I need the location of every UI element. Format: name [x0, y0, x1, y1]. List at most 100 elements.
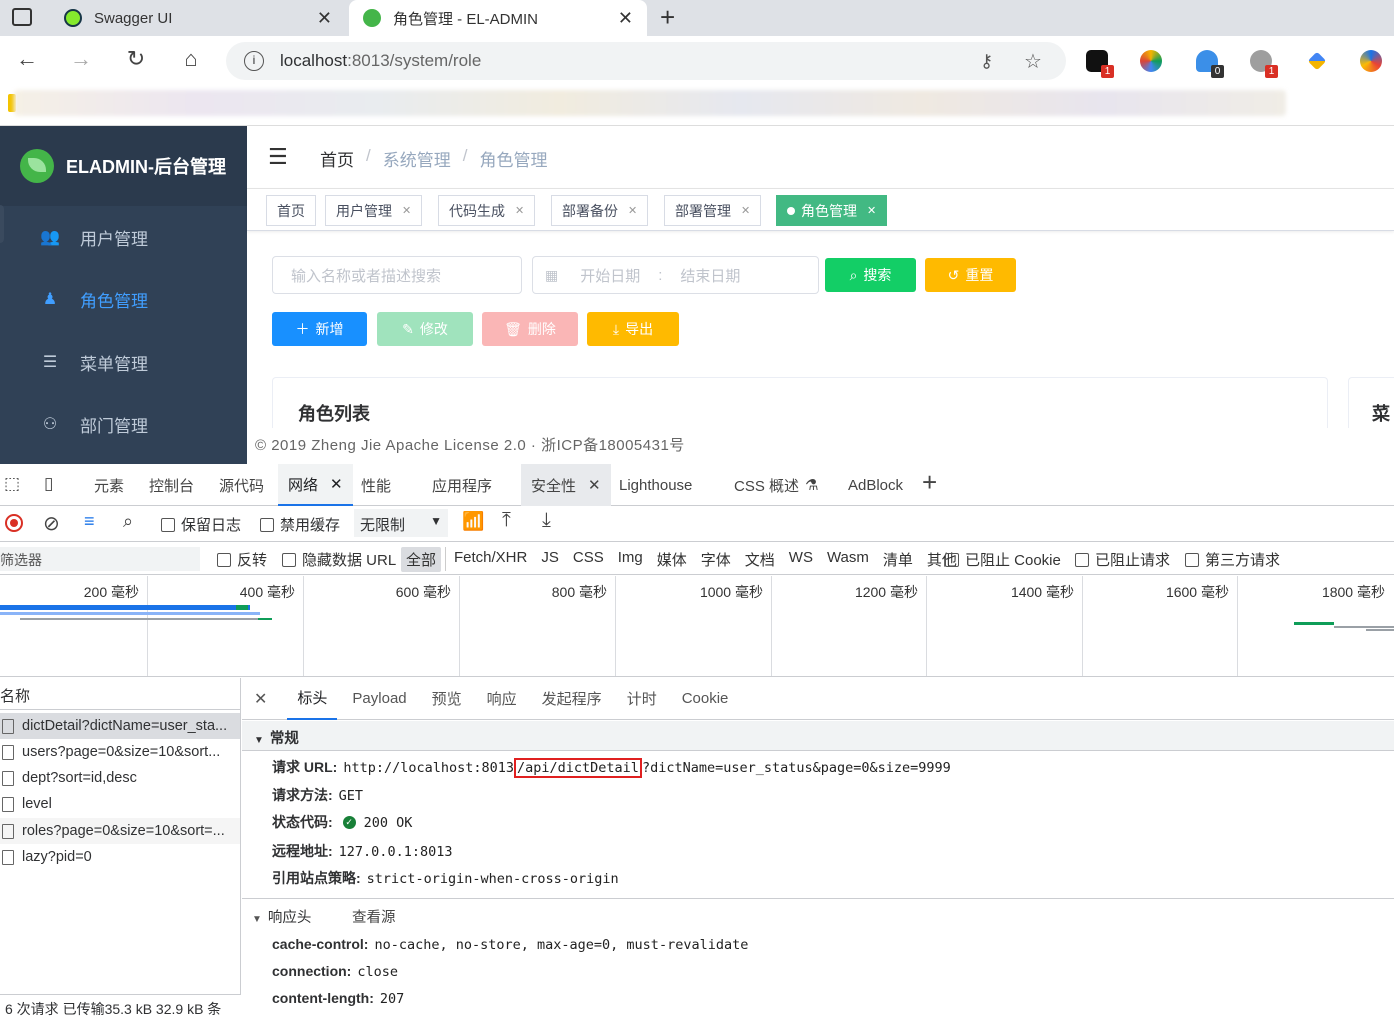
tab-payload[interactable]: Payload — [352, 690, 406, 707]
tab-timing[interactable]: 计时 — [627, 688, 657, 709]
edit-button[interactable]: ✎ 修改 — [377, 312, 473, 346]
close-icon[interactable]: ✕ — [402, 204, 411, 217]
tab-performance[interactable]: 性能 — [361, 464, 391, 506]
tab-headers[interactable]: 标头 — [287, 677, 338, 720]
search-input[interactable]: 输入名称或者描述搜索 — [272, 256, 522, 294]
refresh-icon: ↺ — [947, 266, 960, 283]
response-header-row: content-length: 207 — [272, 990, 405, 1007]
response-header-row: connection: close — [272, 963, 398, 980]
inspect-element-icon[interactable]: ⬚ — [4, 474, 20, 494]
tab-initiator[interactable]: 发起程序 — [542, 688, 602, 709]
view-source-link[interactable]: 查看源 — [352, 906, 396, 927]
device-toolbar-icon[interactable]: ▯ — [44, 474, 53, 494]
devtools-tabbar — [0, 464, 1394, 506]
record-icon[interactable] — [5, 514, 23, 532]
request-row[interactable]: roles?page=0&size=10&sort=... — [0, 818, 240, 844]
export-har-icon[interactable]: ⤓ — [542, 509, 551, 532]
tab-css-overview[interactable]: CSS 概述 ⚗ — [734, 464, 818, 506]
close-icon[interactable]: ✕ — [330, 475, 343, 493]
tab-adblock[interactable]: AdBlock — [848, 464, 903, 506]
delete-button[interactable]: 🗑 删除 — [482, 312, 578, 346]
new-tab-icon[interactable]: + — [660, 2, 675, 33]
favorite-star-icon[interactable]: ☆ — [1024, 49, 1042, 74]
close-icon[interactable]: ✕ — [628, 204, 637, 217]
url-input[interactable]: i localhost:8013/system/role — [226, 42, 1066, 80]
tab-security[interactable]: 安全性 ✕ — [521, 464, 611, 506]
sidebar-item-roles[interactable]: ♟ 角色管理 — [0, 268, 247, 330]
network-conditions-icon[interactable]: 📶 — [462, 511, 484, 532]
timeline-tick: 400 毫秒 — [147, 576, 303, 676]
close-panel-icon[interactable]: ✕ — [254, 689, 267, 709]
extension-icon[interactable] — [1140, 50, 1162, 72]
extension-icon[interactable] — [1360, 50, 1382, 72]
extension-icon[interactable]: 1 — [1250, 50, 1278, 78]
extension-icon[interactable]: 0 — [1196, 50, 1224, 78]
close-icon[interactable]: ✕ — [867, 204, 876, 217]
tag-deploy-backup[interactable]: 部署备份 ✕ — [551, 195, 649, 226]
reload-icon[interactable]: ↻ — [121, 46, 151, 72]
clear-icon[interactable]: ⊘ — [43, 511, 60, 536]
tag-deploy-manage[interactable]: 部署管理 ✕ — [664, 195, 762, 226]
tab-lighthouse[interactable]: Lighthouse — [619, 464, 692, 506]
extension-icon[interactable]: 1 — [1086, 50, 1114, 78]
blocked-cookie-checkbox[interactable]: 已阻止 Cookie — [945, 549, 1061, 570]
hamburger-icon[interactable]: ☰ — [268, 144, 288, 170]
throttle-select[interactable]: 无限制 ▼ — [354, 509, 448, 537]
key-icon[interactable]: ⚷ — [980, 51, 993, 72]
blocked-request-checkbox[interactable]: 已阻止请求 — [1075, 549, 1170, 570]
close-icon[interactable]: ✕ — [588, 476, 601, 494]
tab-response[interactable]: 响应 — [487, 688, 517, 709]
tab-sources[interactable]: 源代码 — [219, 464, 264, 506]
sidebar-item-menus[interactable]: ☰ 菜单管理 — [0, 331, 247, 393]
request-row[interactable]: level — [0, 791, 240, 817]
browser-tab-eladmin[interactable]: 角色管理 - EL-ADMIN ✕ — [349, 0, 647, 36]
close-tab-icon[interactable]: ✕ — [317, 8, 332, 29]
tab-actions-icon[interactable] — [12, 8, 32, 26]
tab-network[interactable]: 网络 ✕ — [278, 464, 353, 506]
response-headers-section[interactable]: ▼ 响应头 — [252, 906, 311, 927]
general-section-header[interactable]: ▼ 常规 — [242, 721, 1394, 751]
disable-cache-checkbox[interactable]: 禁用缓存 — [260, 514, 340, 535]
export-button[interactable]: ⤓ 导出 — [587, 312, 679, 346]
close-icon[interactable]: ✕ — [515, 204, 524, 217]
tab-cookies[interactable]: Cookie — [682, 690, 729, 707]
name-column-header[interactable]: 名称 — [0, 678, 241, 710]
close-tab-icon[interactable]: ✕ — [618, 8, 633, 29]
request-row[interactable]: users?page=0&size=10&sort... — [0, 739, 240, 765]
timeline-bar — [0, 605, 250, 610]
site-info-icon[interactable]: i — [244, 51, 264, 71]
date-range-picker[interactable]: ▦ 开始日期 : 结束日期 — [532, 256, 819, 294]
request-row[interactable]: dept?sort=id,desc — [0, 765, 240, 791]
search-icon[interactable]: ⌕ — [123, 511, 133, 532]
app-logo[interactable]: ELADMIN-后台管理 — [0, 126, 247, 206]
browser-tab-swagger[interactable]: Swagger UI ✕ — [50, 0, 346, 36]
home-icon[interactable]: ⌂ — [176, 46, 206, 72]
filter-input[interactable]: 筛选器 — [0, 547, 200, 571]
tab-elements[interactable]: 元素 — [94, 464, 124, 506]
more-tabs-icon[interactable]: + — [922, 467, 937, 498]
filter-all[interactable]: 全部 — [401, 547, 442, 572]
tag-home[interactable]: 首页 — [266, 195, 316, 226]
tab-application[interactable]: 应用程序 — [432, 464, 492, 506]
tab-preview[interactable]: 预览 — [432, 688, 462, 709]
forward-icon[interactable]: → — [66, 46, 96, 72]
third-party-checkbox[interactable]: 第三方请求 — [1185, 549, 1280, 570]
tag-roles[interactable]: 角色管理 ✕ — [776, 195, 888, 226]
filter-icon[interactable]: ≡ — [84, 511, 95, 532]
tab-console[interactable]: 控制台 — [149, 464, 194, 506]
invert-checkbox[interactable]: 反转 — [217, 549, 267, 570]
request-row[interactable]: lazy?pid=0 — [0, 844, 240, 870]
reset-button[interactable]: ↺ 重置 — [925, 258, 1016, 292]
preserve-log-checkbox[interactable]: 保留日志 — [161, 514, 241, 535]
search-button[interactable]: ⌕ 搜索 — [825, 258, 916, 292]
back-icon[interactable]: ← — [12, 46, 42, 72]
tag-users[interactable]: 用户管理 ✕ — [325, 195, 423, 226]
sidebar-item-dept[interactable]: ⚇ 部门管理 — [0, 393, 247, 455]
request-row[interactable]: dictDetail?dictName=user_sta... — [0, 713, 240, 739]
import-har-icon[interactable]: ⤒ — [502, 509, 511, 532]
tag-codegen[interactable]: 代码生成 ✕ — [438, 195, 536, 226]
sidebar-item-users[interactable]: 👥 用户管理 — [0, 206, 247, 268]
add-button[interactable]: ＋新增 — [272, 312, 367, 346]
hide-data-url-checkbox[interactable]: 隐藏数据 URL — [282, 549, 396, 570]
close-icon[interactable]: ✕ — [741, 204, 750, 217]
